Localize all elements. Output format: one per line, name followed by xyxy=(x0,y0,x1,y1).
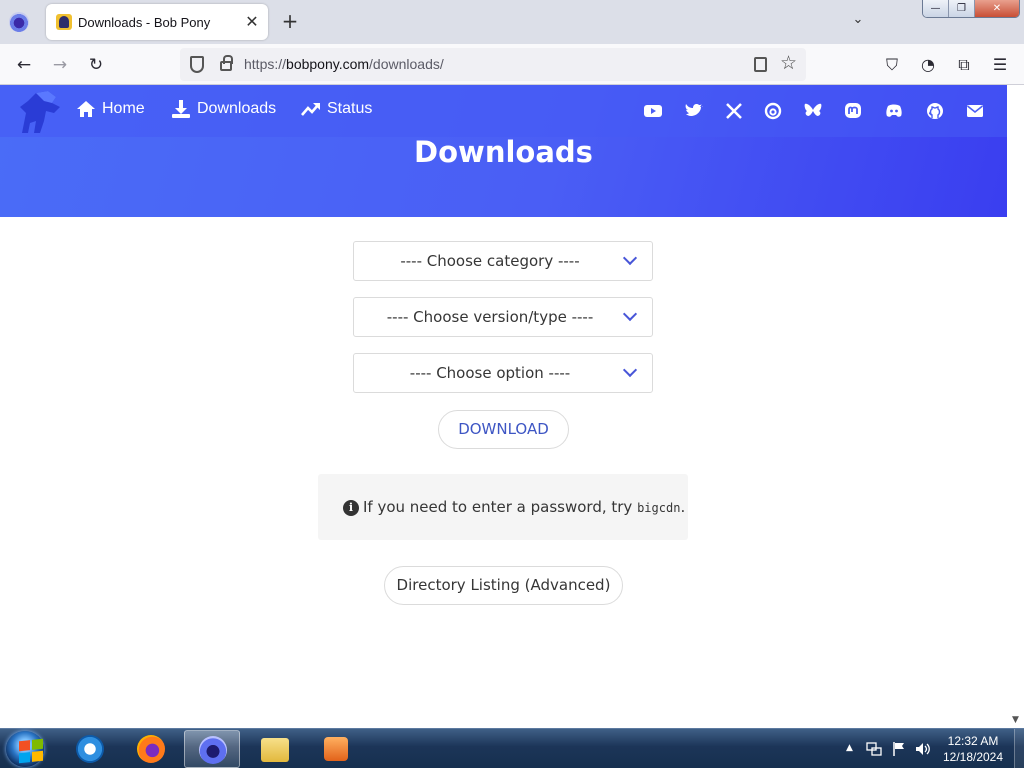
back-button[interactable]: ← xyxy=(12,53,36,77)
info-icon: i xyxy=(343,500,359,516)
clock-date: 12/18/2024 xyxy=(942,750,1004,764)
nav-home-label: Home xyxy=(102,100,145,117)
reader-view-icon[interactable] xyxy=(754,57,767,72)
password-notice-text: If you need to enter a password, try big… xyxy=(363,498,685,516)
site-favicon-icon xyxy=(56,14,72,30)
taskbar-internet-explorer[interactable] xyxy=(62,730,118,768)
url-text[interactable]: https://bobpony.com/downloads/ xyxy=(244,56,444,72)
url-host: bobpony.com xyxy=(286,56,370,72)
url-bar[interactable]: https://bobpony.com/downloads/ ☆ xyxy=(180,48,806,81)
url-scheme: https:// xyxy=(244,56,287,72)
media-player-icon xyxy=(324,737,348,761)
trending-up-icon xyxy=(301,103,320,116)
internet-explorer-icon xyxy=(76,735,104,763)
version-type-select-value: ---- Choose version/type ---- xyxy=(386,308,594,326)
directory-listing-button[interactable]: Directory Listing (Advanced) xyxy=(384,566,623,605)
navigation-toolbar: ← → ↻ https://bobpony.com/downloads/ ☆ ⛉… xyxy=(0,44,1024,85)
network-icon[interactable] xyxy=(866,741,882,757)
list-all-tabs-button[interactable]: ⌄ xyxy=(848,12,868,32)
firefox-icon xyxy=(137,735,165,763)
download-button[interactable]: DOWNLOAD xyxy=(438,410,569,449)
site-header: Home Downloads Status Downloads xyxy=(0,85,1007,217)
page-scrollbar[interactable] xyxy=(1007,85,1024,729)
minimize-button[interactable]: — xyxy=(923,0,949,17)
tab-downloads[interactable]: Downloads - Bob Pony ✕ xyxy=(46,4,268,40)
option-select-value: ---- Choose option ---- xyxy=(409,364,571,382)
nav-downloads-link[interactable]: Downloads xyxy=(171,99,276,119)
version-type-select[interactable]: ---- Choose version/type ---- xyxy=(353,297,653,337)
show-hidden-icons-button[interactable]: ▲ xyxy=(846,743,853,753)
category-select[interactable]: ---- Choose category ---- xyxy=(353,241,653,281)
nav-status-link[interactable]: Status xyxy=(301,99,372,119)
windows-logo-icon xyxy=(19,738,43,764)
taskbar-file-explorer[interactable] xyxy=(247,730,303,768)
discord-icon[interactable] xyxy=(884,101,904,121)
notice-text-after: . xyxy=(680,498,686,516)
password-notice: i If you need to enter a password, try b… xyxy=(318,474,688,540)
threads-icon[interactable] xyxy=(763,101,783,121)
taskbar-media-player[interactable] xyxy=(308,730,364,768)
start-button[interactable] xyxy=(6,731,44,767)
action-center-flag-icon[interactable] xyxy=(891,741,907,757)
scroll-down-arrow-icon[interactable]: ▼ xyxy=(1007,712,1024,728)
tracking-protection-shield-icon[interactable] xyxy=(190,56,204,73)
firefox-nightly-icon xyxy=(199,736,227,764)
nav-home-link[interactable]: Home xyxy=(76,99,145,119)
category-select-value: ---- Choose category ---- xyxy=(400,252,580,270)
nav-status-label: Status xyxy=(327,100,373,117)
mastodon-icon[interactable] xyxy=(843,101,863,121)
windows-taskbar: ▲ 12:32 AM 12/18/2024 xyxy=(0,728,1024,768)
close-window-button[interactable]: ✕ xyxy=(975,0,1019,17)
clock-time: 12:32 AM xyxy=(947,734,999,748)
volume-icon[interactable] xyxy=(914,741,932,757)
file-explorer-icon xyxy=(261,738,289,762)
home-icon xyxy=(77,101,95,117)
restore-button[interactable]: ❐ xyxy=(949,0,975,17)
menu-icon[interactable]: ☰ xyxy=(988,53,1012,77)
youtube-icon[interactable] xyxy=(643,101,663,121)
site-navbar: Home Downloads Status xyxy=(0,85,1007,137)
url-path: /downloads/ xyxy=(369,56,444,72)
page-title: Downloads xyxy=(414,135,593,169)
password-code: bigcdn xyxy=(637,501,681,515)
email-icon[interactable] xyxy=(965,101,985,121)
new-tab-button[interactable]: + xyxy=(280,11,300,32)
system-clock[interactable]: 12:32 AM 12/18/2024 xyxy=(934,733,1012,765)
tab-close-icon[interactable]: ✕ xyxy=(242,12,262,32)
bob-pony-logo[interactable] xyxy=(12,89,64,137)
tab-title: Downloads - Bob Pony xyxy=(78,14,211,30)
reload-button[interactable]: ↻ xyxy=(84,53,108,77)
bluesky-icon[interactable] xyxy=(803,101,823,121)
x-icon[interactable] xyxy=(724,101,744,121)
pocket-icon[interactable]: ⛉ xyxy=(880,53,904,77)
github-icon[interactable] xyxy=(925,101,945,121)
forward-button[interactable]: → xyxy=(48,53,72,77)
nav-downloads-label: Downloads xyxy=(197,100,277,117)
window-controls: — ❐ ✕ xyxy=(922,0,1020,18)
extensions-icon[interactable]: ⧉ xyxy=(952,53,976,77)
taskbar-firefox[interactable] xyxy=(123,730,179,768)
bookmark-star-icon[interactable]: ☆ xyxy=(780,52,797,74)
taskbar-firefox-nightly[interactable] xyxy=(184,730,240,768)
twitter-icon[interactable] xyxy=(684,101,704,121)
notice-text-before: If you need to enter a password, try xyxy=(363,498,638,516)
firefox-view-icon[interactable] xyxy=(9,12,29,32)
option-select[interactable]: ---- Choose option ---- xyxy=(353,353,653,393)
show-desktop-button[interactable] xyxy=(1014,729,1024,768)
download-icon xyxy=(172,100,190,118)
account-icon[interactable]: ◔ xyxy=(916,53,940,77)
tab-strip: Downloads - Bob Pony ✕ + ⌄ — ❐ ✕ xyxy=(0,0,1024,44)
lock-icon[interactable] xyxy=(220,55,233,71)
